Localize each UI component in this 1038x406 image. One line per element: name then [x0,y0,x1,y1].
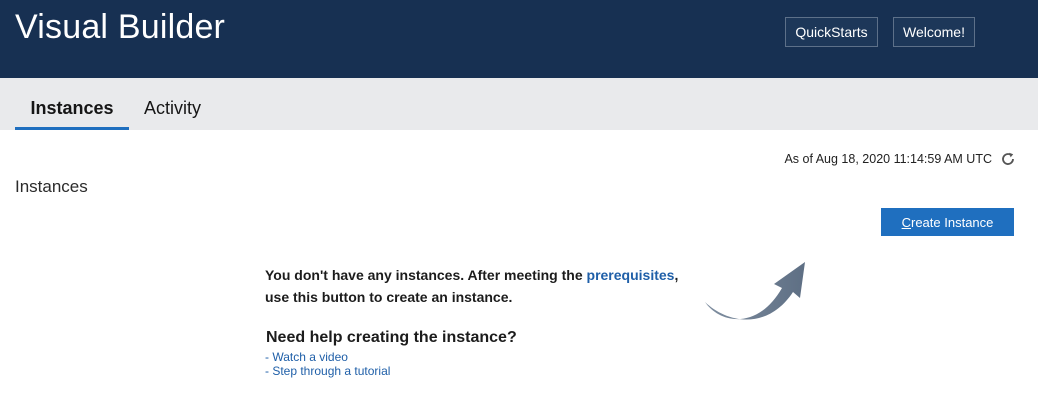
create-instance-accesskey: C [901,215,911,230]
tab-instances[interactable]: Instances [15,78,129,130]
last-updated-row: As of Aug 18, 2020 11:14:59 AM UTC [784,150,1016,168]
quickstarts-button[interactable]: QuickStarts [785,17,878,47]
curved-arrow-icon [705,262,805,320]
empty-state-message: You don't have any instances. After meet… [265,264,705,308]
tab-bar: Instances Activity [0,78,1038,130]
tab-activity[interactable]: Activity [136,78,209,130]
tab-instances-label: Instances [30,98,114,118]
app-header: Visual Builder QuickStarts Welcome! [0,0,1038,78]
create-instance-label: reate Instance [911,215,994,230]
last-updated-timestamp: As of Aug 18, 2020 11:14:59 AM UTC [784,152,992,166]
empty-text-part2: use this button to create an instance. [265,289,513,305]
watch-video-link[interactable]: - Watch a video [265,350,348,364]
empty-text-comma: , [674,267,679,283]
app-title: Visual Builder [15,8,226,46]
welcome-menu-button[interactable]: Welcome! [893,17,975,47]
empty-text-part1: You don't have any instances. After meet… [265,267,587,283]
tab-activity-label: Activity [143,98,201,118]
section-title: Instances [15,177,88,196]
help-heading: Need help creating the instance? [266,329,517,346]
refresh-icon[interactable] [1000,151,1016,167]
create-instance-button[interactable]: Create Instance [881,208,1014,236]
tutorial-link[interactable]: - Step through a tutorial [265,364,390,378]
active-tab-indicator [15,127,129,130]
prerequisites-link[interactable]: prerequisites [587,267,675,283]
